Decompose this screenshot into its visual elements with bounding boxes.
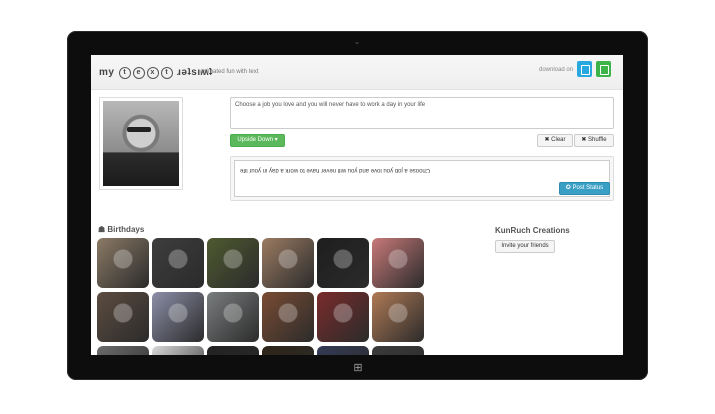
birthday-avatar[interactable]	[262, 346, 314, 355]
clear-button[interactable]: ✖ Clear	[537, 134, 573, 147]
app-screen: my text ɹǝʇsıʍʇ animated fun with text d…	[91, 55, 623, 355]
birthday-avatar[interactable]	[317, 346, 369, 355]
output-textbox[interactable]: Choose a job you love and you will never…	[234, 160, 610, 197]
logo-prefix: my	[99, 67, 115, 78]
birthday-avatar[interactable]	[372, 238, 424, 288]
windows-store-green-icon[interactable]	[596, 61, 611, 77]
profile-photo[interactable]	[103, 101, 179, 186]
windows-home-button-icon[interactable]: ⊞	[347, 361, 369, 375]
upside-down-output-text: Choose a job you love and you will never…	[240, 167, 431, 173]
logo-letter: t	[160, 67, 173, 79]
birthday-avatar[interactable]	[262, 292, 314, 342]
birthday-avatar[interactable]	[207, 238, 259, 288]
birthday-avatar[interactable]	[262, 238, 314, 288]
birthday-avatar[interactable]	[372, 292, 424, 342]
top-navigation-bar: my text ɹǝʇsıʍʇ animated fun with text d…	[91, 55, 623, 90]
birthday-avatar[interactable]	[152, 292, 204, 342]
profile-picture-frame	[99, 97, 183, 190]
text-input[interactable]: Choose a job you love and you will never…	[230, 97, 614, 129]
logo-letter: x	[146, 67, 159, 79]
birthday-avatar[interactable]	[207, 346, 259, 355]
sidebar-title: KunRuch Creations	[495, 226, 570, 235]
birthday-avatar[interactable]	[317, 238, 369, 288]
birthday-avatar[interactable]	[152, 238, 204, 288]
birthday-avatar[interactable]	[317, 292, 369, 342]
birthday-avatar[interactable]	[372, 346, 424, 355]
invite-friends-button[interactable]: Invite your friends	[495, 240, 555, 253]
sunglasses-detail	[127, 127, 151, 132]
birthday-avatar[interactable]	[97, 292, 149, 342]
shuffle-button[interactable]: ✖ Shuffle	[574, 134, 614, 147]
birthdays-grid	[97, 238, 427, 355]
camera-indicator-icon: ⌄	[353, 37, 361, 46]
birthdays-heading: ☗ Birthdays	[98, 225, 145, 234]
birthday-avatar[interactable]	[207, 292, 259, 342]
birthday-avatar[interactable]	[97, 238, 149, 288]
output-panel: Choose a job you love and you will never…	[230, 156, 614, 201]
app-logo[interactable]: my text ɹǝʇsıʍʇ	[99, 67, 213, 79]
download-label: download on	[539, 67, 574, 73]
birthday-avatar[interactable]	[97, 346, 149, 355]
upside-down-mode-button[interactable]: Upside Down ▾	[230, 134, 285, 147]
app-tagline: animated fun with text	[200, 69, 259, 75]
post-status-button[interactable]: ✪ Post Status	[559, 182, 610, 195]
birthday-avatar[interactable]	[152, 346, 204, 355]
windows-store-blue-icon[interactable]	[577, 61, 592, 77]
logo-letter: e	[132, 67, 145, 79]
input-text: Choose a job you love and you will never…	[235, 102, 426, 108]
logo-letter: t	[118, 67, 131, 79]
